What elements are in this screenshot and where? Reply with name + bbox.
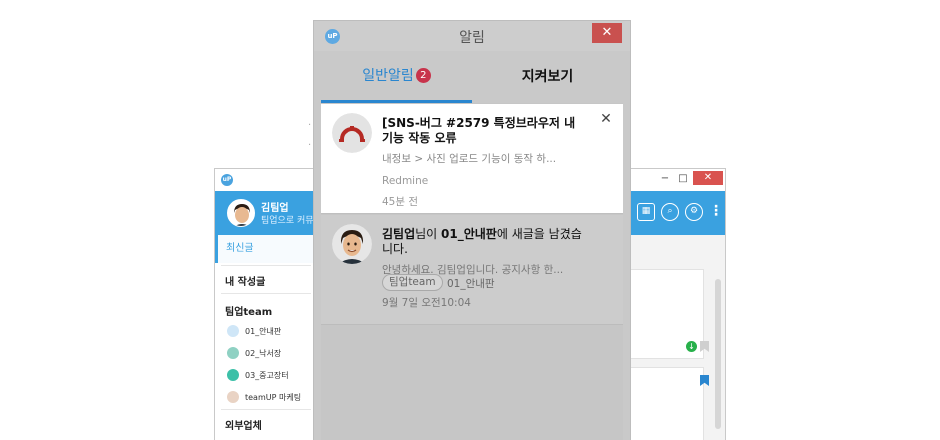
sidebar-item-board-02[interactable]: 02_낙서장 [227,347,281,359]
tab-watching[interactable]: 지켜보기 [472,51,623,103]
title-text: 님이 [415,227,442,241]
notification-time: 45분 전 [382,196,419,208]
sidebar-section-team[interactable]: 팀업team [225,303,272,318]
divider [221,293,311,294]
sidebar-item-label: teamUP 마케팅 [245,392,302,402]
sidebar-item-marketing[interactable]: teamUP 마케팅 [227,391,301,403]
unread-count-badge: 2 [415,68,431,83]
avatar[interactable] [227,199,255,227]
desktop: · · uP − □ ✕ 김팀업 팀업으로 커뮤 ▦ ⌕ ⚙ ⋮ 최신글 내 작… [0,0,940,440]
sidebar-section-external[interactable]: 외부업체 [225,417,262,432]
search-icon[interactable]: ⌕ [661,203,679,221]
divider [221,265,311,266]
background-fragment: · [308,120,312,131]
popup-title: 알림 [459,30,485,46]
notification-source: Redmine [382,175,429,187]
teamup-logo-icon: uP [221,174,233,186]
notification-title: [SNS-버그 #2579 특정브라우저 내 기능 작동 오류 [382,116,576,145]
board-label[interactable]: 01_안내판 [447,276,495,291]
dismiss-notification-icon[interactable]: ✕ [599,112,613,126]
maximize-button[interactable]: □ [675,172,691,186]
redmine-logo-icon [332,113,372,153]
board-icon [227,369,239,381]
popup-close-button[interactable]: ✕ [592,23,622,43]
notification-title: 김팀업님이 01_안내판에 새글을 남겼습니다. [382,227,587,257]
notification-snippet: 내정보 > 사진 업로드 기능이 동작 하... [382,153,557,165]
redmine-logo [332,113,372,153]
board-icon [227,325,239,337]
popup-titlebar: uP 알림 ✕ [314,21,630,51]
sidebar-item-board-01[interactable]: 01_안내판 [227,325,281,337]
window-close-button[interactable]: ✕ [693,171,723,185]
scrollbar[interactable] [715,279,721,429]
minimize-button[interactable]: − [657,172,673,186]
bookmark-icon[interactable] [700,341,709,352]
avatar-illustration [228,200,254,226]
qr-code-icon[interactable]: ▦ [637,203,655,221]
sidebar-item-my-posts[interactable]: 내 작성글 [225,273,265,288]
user-avatar-icon [332,224,372,264]
team-tag[interactable]: 팀업team [382,274,443,291]
gear-icon[interactable]: ⚙ [685,203,703,221]
notification-item[interactable]: [SNS-버그 #2579 특정브라우저 내 기능 작동 오류 내정보 > 사진… [321,104,623,214]
tab-label: 일반알림 [362,68,414,84]
user-subtitle: 팀업으로 커뮤 [261,216,314,226]
notification-item[interactable]: 김팀업님이 01_안내판에 새글을 남겼습니다. 안녕하세요. 김팀업입니다. … [321,215,623,325]
board-icon [227,347,239,359]
author-name: 김팀업 [382,227,416,241]
sidebar-item-label: 02_낙서장 [245,348,282,358]
sidebar-item-label: 01_안내판 [245,326,282,336]
notification-tabs: 일반알림 2 지켜보기 [321,51,623,103]
background-fragment: · [308,140,312,151]
board-name: 01_안내판 [441,227,497,241]
close-icon: ✕ [601,25,613,40]
tab-general-notifications[interactable]: 일반알림 2 [321,51,472,103]
divider [221,409,311,410]
sidebar: 최신글 내 작성글 팀업team 01_안내판 02_낙서장 03_중고장터 t… [215,235,315,440]
popup-body: 일반알림 2 지켜보기 [SNS-버그 #2579 특정브라우저 내 기능 작동… [321,51,623,440]
sidebar-item-board-03[interactable]: 03_중고장터 [227,369,289,381]
notification-time: 9월 7일 오전10:04 [382,297,471,309]
header-toolbar: ▦ ⌕ ⚙ ⋮ [637,203,723,221]
download-icon[interactable]: ↓ [686,341,697,352]
sidebar-item-label: 03_중고장터 [245,370,289,380]
sidebar-item-latest[interactable]: 최신글 [215,235,314,263]
avatar-illustration [332,224,372,264]
board-icon [227,391,239,403]
user-name: 김팀업 [261,203,289,214]
notification-popup: uP 알림 ✕ 일반알림 2 지켜보기 [SNS-버그 #2579 특정브라우저… [313,20,631,440]
more-menu-icon[interactable]: ⋮ [709,203,723,221]
bookmark-icon[interactable] [700,375,709,386]
